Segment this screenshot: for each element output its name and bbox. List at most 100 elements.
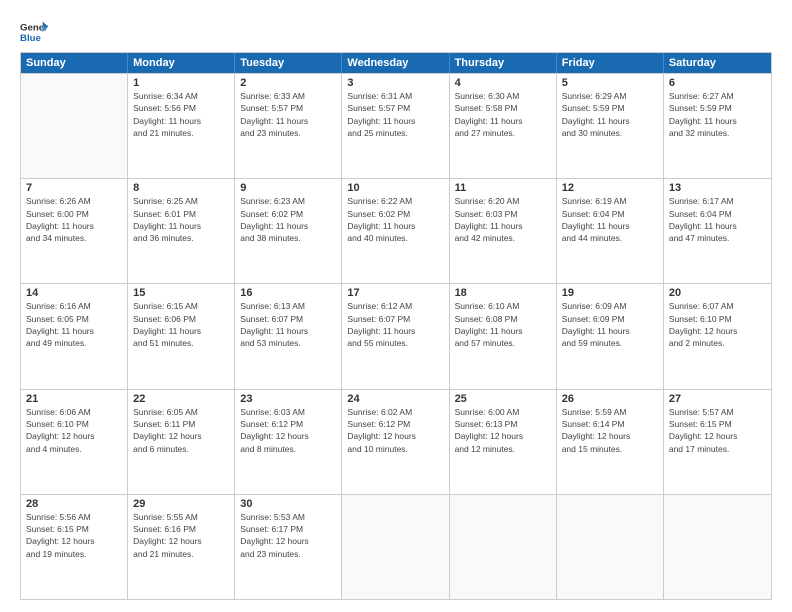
calendar-cell: 9Sunrise: 6:23 AM Sunset: 6:02 PM Daylig… xyxy=(235,179,342,283)
day-info: Sunrise: 6:07 AM Sunset: 6:10 PM Dayligh… xyxy=(669,300,766,349)
day-number: 16 xyxy=(240,287,336,299)
calendar-cell: 2Sunrise: 6:33 AM Sunset: 5:57 PM Daylig… xyxy=(235,74,342,178)
day-info: Sunrise: 6:26 AM Sunset: 6:00 PM Dayligh… xyxy=(26,195,122,244)
day-info: Sunrise: 5:57 AM Sunset: 6:15 PM Dayligh… xyxy=(669,406,766,455)
calendar-cell: 29Sunrise: 5:55 AM Sunset: 6:16 PM Dayli… xyxy=(128,495,235,599)
calendar-cell: 14Sunrise: 6:16 AM Sunset: 6:05 PM Dayli… xyxy=(21,284,128,388)
calendar-row: 21Sunrise: 6:06 AM Sunset: 6:10 PM Dayli… xyxy=(21,389,771,494)
weekday-header: Monday xyxy=(128,53,235,73)
day-number: 15 xyxy=(133,287,229,299)
calendar-cell xyxy=(21,74,128,178)
calendar-cell xyxy=(557,495,664,599)
day-info: Sunrise: 6:13 AM Sunset: 6:07 PM Dayligh… xyxy=(240,300,336,349)
day-info: Sunrise: 5:56 AM Sunset: 6:15 PM Dayligh… xyxy=(26,511,122,560)
day-number: 22 xyxy=(133,393,229,405)
day-info: Sunrise: 6:00 AM Sunset: 6:13 PM Dayligh… xyxy=(455,406,551,455)
day-number: 19 xyxy=(562,287,658,299)
day-number: 4 xyxy=(455,77,551,89)
calendar-cell: 5Sunrise: 6:29 AM Sunset: 5:59 PM Daylig… xyxy=(557,74,664,178)
calendar-cell: 6Sunrise: 6:27 AM Sunset: 5:59 PM Daylig… xyxy=(664,74,771,178)
calendar-body: 1Sunrise: 6:34 AM Sunset: 5:56 PM Daylig… xyxy=(21,73,771,599)
day-info: Sunrise: 6:09 AM Sunset: 6:09 PM Dayligh… xyxy=(562,300,658,349)
day-number: 21 xyxy=(26,393,122,405)
day-info: Sunrise: 5:59 AM Sunset: 6:14 PM Dayligh… xyxy=(562,406,658,455)
calendar-row: 28Sunrise: 5:56 AM Sunset: 6:15 PM Dayli… xyxy=(21,494,771,599)
calendar-cell: 16Sunrise: 6:13 AM Sunset: 6:07 PM Dayli… xyxy=(235,284,342,388)
calendar-cell xyxy=(664,495,771,599)
calendar-header: SundayMondayTuesdayWednesdayThursdayFrid… xyxy=(21,53,771,73)
day-number: 12 xyxy=(562,182,658,194)
day-info: Sunrise: 6:06 AM Sunset: 6:10 PM Dayligh… xyxy=(26,406,122,455)
calendar-cell: 30Sunrise: 5:53 AM Sunset: 6:17 PM Dayli… xyxy=(235,495,342,599)
calendar-cell: 23Sunrise: 6:03 AM Sunset: 6:12 PM Dayli… xyxy=(235,390,342,494)
day-number: 17 xyxy=(347,287,443,299)
calendar-cell: 15Sunrise: 6:15 AM Sunset: 6:06 PM Dayli… xyxy=(128,284,235,388)
calendar-cell: 3Sunrise: 6:31 AM Sunset: 5:57 PM Daylig… xyxy=(342,74,449,178)
day-number: 2 xyxy=(240,77,336,89)
weekday-header: Friday xyxy=(557,53,664,73)
day-info: Sunrise: 5:53 AM Sunset: 6:17 PM Dayligh… xyxy=(240,511,336,560)
day-number: 7 xyxy=(26,182,122,194)
day-info: Sunrise: 6:30 AM Sunset: 5:58 PM Dayligh… xyxy=(455,90,551,139)
day-number: 30 xyxy=(240,498,336,510)
day-info: Sunrise: 6:20 AM Sunset: 6:03 PM Dayligh… xyxy=(455,195,551,244)
day-number: 24 xyxy=(347,393,443,405)
calendar-cell: 24Sunrise: 6:02 AM Sunset: 6:12 PM Dayli… xyxy=(342,390,449,494)
day-info: Sunrise: 6:15 AM Sunset: 6:06 PM Dayligh… xyxy=(133,300,229,349)
day-info: Sunrise: 6:31 AM Sunset: 5:57 PM Dayligh… xyxy=(347,90,443,139)
day-info: Sunrise: 6:16 AM Sunset: 6:05 PM Dayligh… xyxy=(26,300,122,349)
calendar-cell: 12Sunrise: 6:19 AM Sunset: 6:04 PM Dayli… xyxy=(557,179,664,283)
day-number: 18 xyxy=(455,287,551,299)
weekday-header: Saturday xyxy=(664,53,771,73)
day-number: 14 xyxy=(26,287,122,299)
day-number: 8 xyxy=(133,182,229,194)
day-number: 20 xyxy=(669,287,766,299)
day-info: Sunrise: 6:27 AM Sunset: 5:59 PM Dayligh… xyxy=(669,90,766,139)
day-number: 25 xyxy=(455,393,551,405)
weekday-header: Sunday xyxy=(21,53,128,73)
calendar-cell: 13Sunrise: 6:17 AM Sunset: 6:04 PM Dayli… xyxy=(664,179,771,283)
page-header: General Blue xyxy=(20,18,772,46)
calendar: SundayMondayTuesdayWednesdayThursdayFrid… xyxy=(20,52,772,600)
calendar-cell xyxy=(342,495,449,599)
calendar-row: 7Sunrise: 6:26 AM Sunset: 6:00 PM Daylig… xyxy=(21,178,771,283)
day-info: Sunrise: 5:55 AM Sunset: 6:16 PM Dayligh… xyxy=(133,511,229,560)
calendar-cell: 26Sunrise: 5:59 AM Sunset: 6:14 PM Dayli… xyxy=(557,390,664,494)
calendar-cell: 21Sunrise: 6:06 AM Sunset: 6:10 PM Dayli… xyxy=(21,390,128,494)
calendar-cell: 20Sunrise: 6:07 AM Sunset: 6:10 PM Dayli… xyxy=(664,284,771,388)
calendar-cell: 25Sunrise: 6:00 AM Sunset: 6:13 PM Dayli… xyxy=(450,390,557,494)
day-info: Sunrise: 6:23 AM Sunset: 6:02 PM Dayligh… xyxy=(240,195,336,244)
day-number: 3 xyxy=(347,77,443,89)
day-number: 5 xyxy=(562,77,658,89)
day-info: Sunrise: 6:19 AM Sunset: 6:04 PM Dayligh… xyxy=(562,195,658,244)
day-number: 26 xyxy=(562,393,658,405)
calendar-cell: 7Sunrise: 6:26 AM Sunset: 6:00 PM Daylig… xyxy=(21,179,128,283)
day-number: 1 xyxy=(133,77,229,89)
day-number: 10 xyxy=(347,182,443,194)
logo-icon: General Blue xyxy=(20,18,48,46)
weekday-header: Wednesday xyxy=(342,53,449,73)
calendar-cell: 19Sunrise: 6:09 AM Sunset: 6:09 PM Dayli… xyxy=(557,284,664,388)
day-info: Sunrise: 6:03 AM Sunset: 6:12 PM Dayligh… xyxy=(240,406,336,455)
day-number: 27 xyxy=(669,393,766,405)
day-number: 6 xyxy=(669,77,766,89)
calendar-cell: 27Sunrise: 5:57 AM Sunset: 6:15 PM Dayli… xyxy=(664,390,771,494)
day-info: Sunrise: 6:25 AM Sunset: 6:01 PM Dayligh… xyxy=(133,195,229,244)
day-info: Sunrise: 6:05 AM Sunset: 6:11 PM Dayligh… xyxy=(133,406,229,455)
day-info: Sunrise: 6:10 AM Sunset: 6:08 PM Dayligh… xyxy=(455,300,551,349)
calendar-cell: 18Sunrise: 6:10 AM Sunset: 6:08 PM Dayli… xyxy=(450,284,557,388)
calendar-cell: 22Sunrise: 6:05 AM Sunset: 6:11 PM Dayli… xyxy=(128,390,235,494)
day-info: Sunrise: 6:29 AM Sunset: 5:59 PM Dayligh… xyxy=(562,90,658,139)
weekday-header: Thursday xyxy=(450,53,557,73)
calendar-cell: 10Sunrise: 6:22 AM Sunset: 6:02 PM Dayli… xyxy=(342,179,449,283)
svg-text:Blue: Blue xyxy=(20,33,41,44)
weekday-header: Tuesday xyxy=(235,53,342,73)
day-info: Sunrise: 6:33 AM Sunset: 5:57 PM Dayligh… xyxy=(240,90,336,139)
logo: General Blue xyxy=(20,18,48,46)
calendar-cell: 4Sunrise: 6:30 AM Sunset: 5:58 PM Daylig… xyxy=(450,74,557,178)
calendar-cell: 8Sunrise: 6:25 AM Sunset: 6:01 PM Daylig… xyxy=(128,179,235,283)
day-number: 11 xyxy=(455,182,551,194)
day-info: Sunrise: 6:02 AM Sunset: 6:12 PM Dayligh… xyxy=(347,406,443,455)
calendar-cell: 17Sunrise: 6:12 AM Sunset: 6:07 PM Dayli… xyxy=(342,284,449,388)
day-info: Sunrise: 6:34 AM Sunset: 5:56 PM Dayligh… xyxy=(133,90,229,139)
